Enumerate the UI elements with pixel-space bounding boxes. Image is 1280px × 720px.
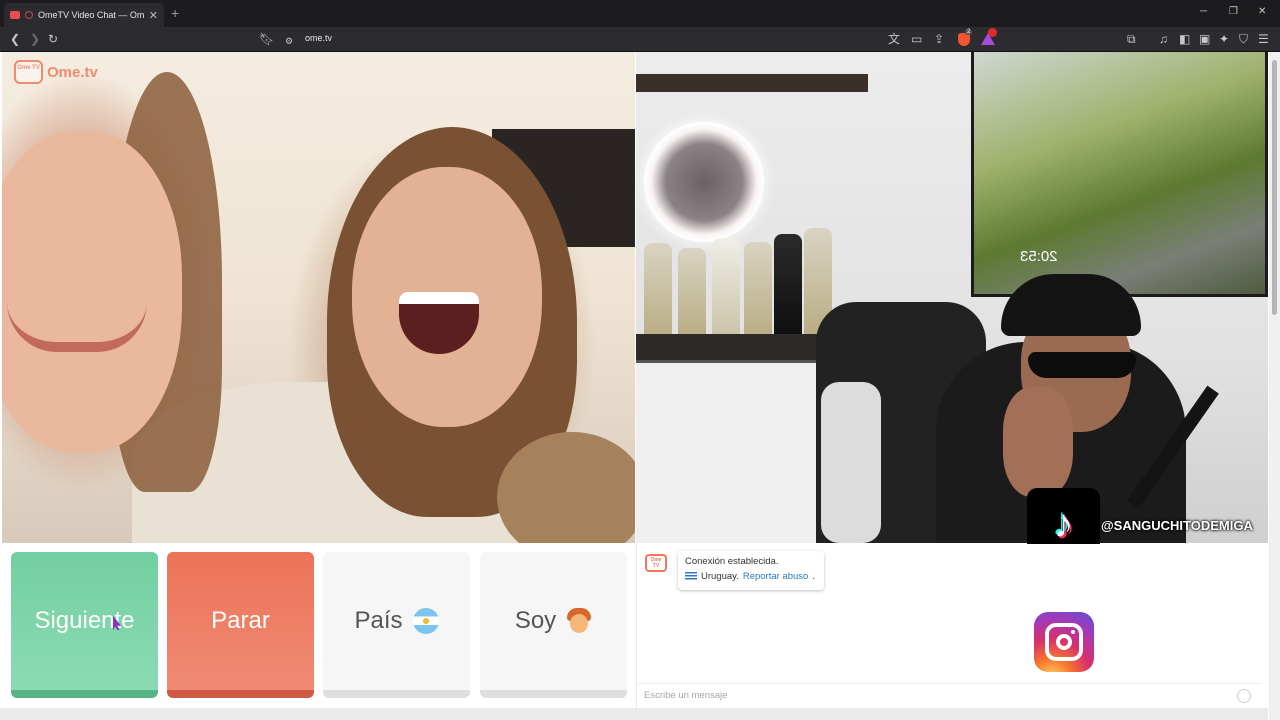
- tv-clock: 20:53: [1020, 248, 1058, 265]
- ometv-logo-text: Ome.tv: [47, 63, 98, 81]
- gaming-chair-panel: [821, 382, 881, 543]
- boy-emoji-icon: [566, 608, 592, 634]
- self-video: 20:53: [636, 52, 1268, 543]
- share-icon[interactable]: ⇪: [934, 32, 944, 46]
- bookmark-icon[interactable]: 🔖︎: [259, 32, 274, 46]
- scrollbar-thumb[interactable]: [1272, 60, 1277, 315]
- hamburger-menu-icon[interactable]: ☰: [1258, 32, 1269, 46]
- bottle: [644, 243, 672, 338]
- ai-sparkle-icon[interactable]: ✦: [1219, 32, 1229, 46]
- browser-tab-bar: OmeTV Video Chat — Omeg ✕ + ─ ❐ ✕: [0, 0, 1280, 27]
- vpn-shield-icon[interactable]: ⛉: [1239, 32, 1248, 46]
- ometv-favicon-icon: [10, 11, 20, 19]
- uruguay-flag-icon: [685, 572, 697, 581]
- ometv-logo-icon: Ome TV: [14, 60, 43, 84]
- connection-status: Conexión establecida.: [685, 556, 779, 567]
- ometv-chat-avatar-icon: Ome TV: [645, 554, 667, 572]
- gender-button-label: Soy: [514, 607, 557, 634]
- message-input-placeholder: Escribe un mensaje: [644, 690, 728, 701]
- audio-playing-icon[interactable]: [25, 11, 33, 19]
- rewards-badge: [988, 28, 997, 37]
- bottle: [774, 234, 802, 338]
- address-bar[interactable]: ome.tv: [305, 33, 332, 43]
- cabinet: [636, 360, 836, 543]
- minimize-button[interactable]: ─: [1200, 6, 1207, 17]
- page-bottom-edge: [0, 708, 1268, 720]
- chevron-right-icon[interactable]: ❯: [30, 32, 40, 46]
- close-window-button[interactable]: ✕: [1258, 6, 1266, 17]
- cast-icon[interactable]: ▭: [911, 32, 922, 46]
- stranger-video: Ome TV Ome.tv: [2, 52, 635, 543]
- wall-shelf: [636, 74, 868, 92]
- video-person-hand: [1003, 387, 1073, 497]
- bottle: [744, 242, 772, 338]
- tiktok-handle: @SANGUCHITODEMIGA: [1101, 518, 1253, 533]
- gender-select-button[interactable]: Soy: [480, 552, 627, 698]
- bottle: [678, 248, 706, 338]
- next-button[interactable]: Siguiente: [11, 552, 158, 698]
- chat-panel: Ome TV Conexión establecida. Uruguay. Re…: [636, 544, 1260, 708]
- restore-button[interactable]: ❐: [1229, 6, 1238, 17]
- translate-icon[interactable]: 文: [888, 32, 900, 46]
- wallet-icon[interactable]: ▣: [1199, 32, 1210, 46]
- next-button-label: Siguiente: [34, 607, 135, 634]
- shield-count-badge: 2: [965, 29, 973, 35]
- instagram-logo-icon: [1034, 612, 1094, 672]
- browser-toolbar: ❮ ❯ ↻ 🔖︎ ⚙ ome.tv 文 ▭ ⇪ 2 ⧉ ♫ ◧ ▣ ✦ ⛉ ☰: [0, 27, 1280, 52]
- stop-button-label: Parar: [211, 607, 270, 634]
- page-scrollbar[interactable]: [1269, 52, 1280, 720]
- wall-tv-landscape: [971, 52, 1268, 297]
- tab-title: OmeTV Video Chat — Omeg: [38, 10, 144, 20]
- bottle: [712, 238, 740, 338]
- tab-close-icon[interactable]: ✕: [149, 9, 158, 22]
- ometv-logo: Ome TV Ome.tv: [14, 60, 98, 84]
- video-person-sunglasses: [1028, 352, 1136, 378]
- moon-lamp: [644, 122, 764, 242]
- screenshot-icon[interactable]: ⧉: [1127, 32, 1136, 46]
- video-person-face: [2, 132, 182, 452]
- site-info-icon[interactable]: ⚙: [285, 34, 293, 48]
- stop-button[interactable]: Parar: [167, 552, 314, 698]
- message-input[interactable]: Escribe un mensaje: [637, 683, 1260, 708]
- country-button-label: País: [354, 607, 403, 634]
- browser-tab[interactable]: OmeTV Video Chat — Omeg ✕: [4, 3, 164, 27]
- system-message: Conexión establecida. Uruguay. Reportar …: [678, 551, 824, 590]
- music-icon[interactable]: ♫: [1159, 32, 1168, 46]
- argentina-flag-icon: [412, 608, 439, 634]
- chevron-left-icon[interactable]: ❮: [10, 32, 20, 46]
- new-tab-button[interactable]: +: [171, 5, 179, 21]
- sidebar-icon[interactable]: ◧: [1179, 32, 1190, 46]
- country-filter-button[interactable]: País: [323, 552, 470, 698]
- reload-icon[interactable]: ↻: [48, 32, 58, 46]
- report-abuse-link[interactable]: Reportar abuso: [743, 571, 808, 582]
- smiley-icon[interactable]: [1237, 689, 1251, 703]
- stranger-country: Uruguay.: [701, 571, 739, 582]
